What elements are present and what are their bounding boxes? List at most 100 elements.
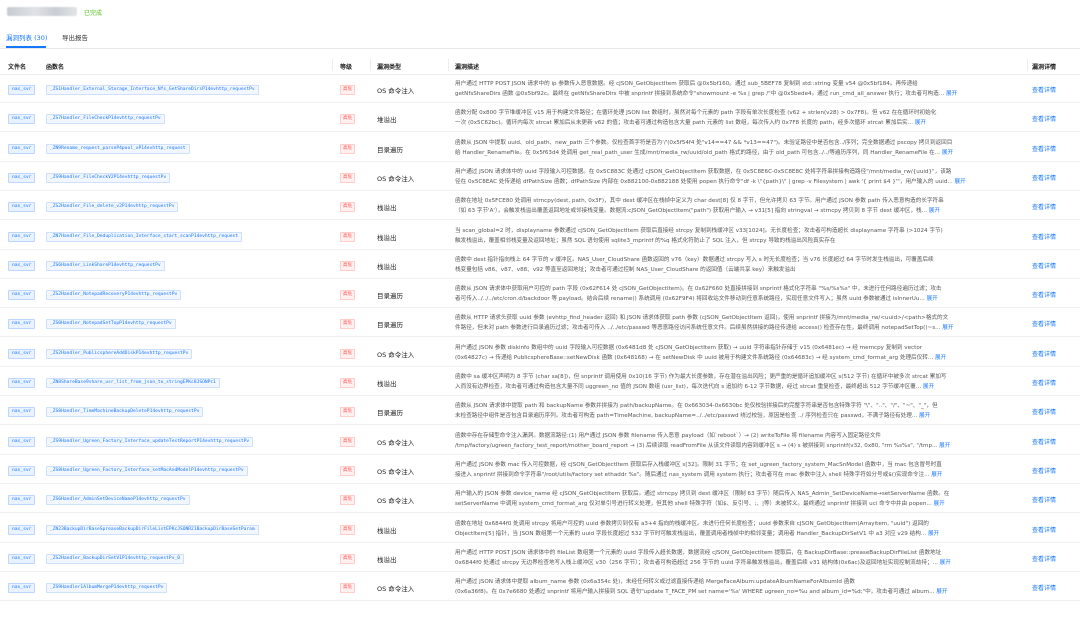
expand-link[interactable]: 展开 [919, 413, 930, 419]
vuln-description: 函数从 HTTP 请求头获取 uuid 参数 (evhttp_find_head… [455, 313, 1025, 333]
view-details-link[interactable]: 查看详情 [1032, 554, 1056, 563]
function-name-tag[interactable]: _ZS2Handler_BackupDirSetV1P14evhttp_requ… [46, 553, 184, 564]
description-line-1: 用户通过 JSON 请求体中的 uuid 字段输入可控数据。在 0x5C883C… [455, 168, 952, 175]
expand-link[interactable]: 展开 [929, 208, 940, 214]
file-name-tag[interactable]: nas_svr [8, 348, 36, 359]
file-name-tag[interactable]: nas_svr [8, 202, 36, 213]
file-name-tag[interactable]: nas_svr [8, 290, 36, 301]
severity-badge: 高危 [340, 583, 355, 594]
function-name-tag[interactable]: _ZS8Handler_TimeMachineBackupDeleteP14ev… [46, 407, 204, 418]
view-details-link[interactable]: 查看详情 [1032, 407, 1056, 416]
vuln-description: 函数中存在存储型命令注入漏洞。数据流路径:(1) 用户通过 JSON 参数 fi… [455, 431, 1025, 451]
vuln-description: 函数分配 0x800 字节堆缓冲区 v15 用于构建文件路径；在循环处理 JSO… [455, 108, 1025, 128]
function-name-tag[interactable]: _ZS8Handler_Ugreen_Factory_Interface_set… [46, 465, 248, 476]
file-name-tag[interactable]: nas_svr [8, 465, 36, 476]
description-line-1: 用户通过 JSON 参数 diskinfo 数组中的 uuid 字段输入可控数据… [455, 344, 923, 351]
expand-link[interactable]: 展开 [923, 384, 934, 390]
file-name-tag[interactable]: nas_svr [8, 583, 36, 594]
function-name-tag[interactable]: _ZN8ShareBase9share_usr_list_from_json_t… [46, 378, 220, 388]
view-details-link[interactable]: 查看详情 [1032, 378, 1056, 387]
function-name-tag[interactable]: _ZS2Handler_NotepadRecoveryP14evhttp_req… [46, 290, 182, 301]
function-name-tag[interactable]: _ZS2Handler_File_delete_v2P14evhttp_requ… [46, 202, 179, 213]
function-name-tag[interactable]: _ZN9Rename_request_parseP4pool_xP14evhtt… [46, 143, 190, 154]
description-line-1: 函数从 JSON 请求体中提取 path 和 backupName 参数并拼接为… [455, 403, 938, 410]
function-name-tag[interactable]: _ZS0Handler_NotepadSetTopP14evhttp_reque… [46, 319, 176, 330]
function-name-tag[interactable]: _ZS2Handler_PublicsphereAddDiskP14evhttp… [46, 348, 193, 359]
function-name-tag[interactable]: _ZN7Handler_File_Deduplication_Interface… [46, 231, 243, 242]
tab-export-report[interactable]: 导出报告 [62, 32, 88, 42]
table-row: nas_svr _ZS2Handler_NotepadRecoveryP14evh… [0, 280, 1080, 309]
view-details-link[interactable]: 查看详情 [1032, 290, 1056, 299]
view-details-link[interactable]: 查看详情 [1032, 261, 1056, 270]
function-name-tag[interactable]: _ZS6Handler_AdminSetDeviceNameP14evhttp_… [46, 495, 190, 506]
vuln-description: 用户通过 JSON 请求体中的 uuid 字段输入可控数据。在 0x5C883C… [455, 167, 1025, 187]
description-line-1: 函数中存在存储型命令注入漏洞。数据流路径:(1) 用户通过 JSON 参数 fi… [455, 432, 882, 439]
description-line-2: /tmp/factory/ugreen_factory_test_report/… [455, 441, 1025, 451]
description-line-2: 触发栈溢出，覆盖相邻栈变量及返回地址；虽然 SQL 语句使用 sqlite3_m… [455, 236, 1025, 246]
expand-link[interactable]: 展开 [928, 531, 939, 537]
file-name-tag[interactable]: nas_svr [8, 114, 36, 125]
description-line-2: 入而没有边界检查，攻击者可通过构造包含大量不同 uggreen_no 值的 JS… [455, 382, 1025, 392]
file-name-tag[interactable]: nas_svr [8, 378, 36, 388]
function-name-tag[interactable]: _ZS7Handler_FileCheckP14evhttp_requestPv [46, 114, 165, 125]
tab-vuln-list[interactable]: 漏洞列表 (30) [6, 32, 47, 42]
expand-link[interactable]: 展开 [934, 501, 945, 507]
view-details-link[interactable]: 查看详情 [1032, 583, 1056, 592]
expand-link[interactable]: 展开 [946, 91, 957, 97]
table-row: nas_svr _ZS6Handler_LinkShareP14evhttp_re… [0, 251, 1080, 279]
expand-link[interactable]: 展开 [942, 150, 953, 156]
redacted-task-title [7, 7, 77, 16]
file-name-tag[interactable]: nas_svr [8, 319, 36, 330]
view-details-link[interactable]: 查看详情 [1032, 202, 1056, 211]
description-line-2: 者可传入../../../etc/cron.d/backdoor 等 paylo… [455, 294, 1025, 304]
expand-link[interactable]: 展开 [935, 355, 946, 361]
description-text: 给 Handler_RenameFile。在 0x5f63d4 处调用 get_… [455, 149, 941, 156]
vuln-description: 函数中 dest 指针指向栈上 64 字节的 v 缓冲区。NAS_User_Cl… [455, 255, 1025, 275]
file-name-tag[interactable]: nas_svr [8, 260, 36, 271]
view-details-link[interactable]: 查看详情 [1032, 114, 1056, 123]
expand-link[interactable]: 展开 [942, 325, 953, 331]
function-name-tag[interactable]: _ZS6Handler_LinkShareP14evhttp_requestPv [46, 260, 165, 271]
vuln-type: 目录遍历 [377, 409, 403, 418]
expand-link[interactable]: 展开 [936, 589, 947, 595]
vuln-description: 用户通过 HTTP POST JSON 请求体中的 fileList 数组第一个… [455, 548, 1025, 568]
expand-link[interactable]: 展开 [940, 560, 951, 566]
expand-link[interactable]: 展开 [955, 179, 966, 185]
file-name-tag[interactable]: nas_svr [8, 553, 36, 564]
view-details-link[interactable]: 查看详情 [1032, 232, 1056, 241]
description-line-2: ObjectItem[5] 指针，当 JSON 数组第一个元素的 uuid 字段… [455, 529, 1025, 539]
file-name-tag[interactable]: nas_svr [8, 524, 36, 535]
expand-link[interactable]: 展开 [915, 120, 926, 126]
function-name-tag[interactable]: _ZS1Handler_External_Storage_Interface_N… [46, 85, 259, 95]
view-details-link[interactable]: 查看详情 [1032, 466, 1056, 475]
severity-badge: 高危 [340, 378, 355, 388]
view-details-link[interactable]: 查看详情 [1032, 437, 1056, 446]
table-row: nas_svr _ZS9Handler_Ugreen_Factory_Interf… [0, 427, 1080, 455]
function-name-tag[interactable]: _ZS9Handler1AlbumMergeP14evhttp_requestP… [46, 583, 168, 594]
view-details-link[interactable]: 查看详情 [1032, 525, 1056, 534]
file-name-tag[interactable]: nas_svr [8, 436, 36, 447]
view-details-link[interactable]: 查看详情 [1032, 173, 1056, 182]
table-row: nas_svr _ZS2Handler_BackupDirSetV1P14evht… [0, 544, 1080, 572]
view-details-link[interactable]: 查看详情 [1032, 349, 1056, 358]
expand-link[interactable]: 展开 [931, 472, 942, 478]
view-details-link[interactable]: 查看详情 [1032, 319, 1056, 328]
view-details-link[interactable]: 查看详情 [1032, 85, 1056, 94]
function-name-tag[interactable]: _ZS9Handler_Ugreen_Factory_Interface_upd… [46, 436, 254, 447]
function-name-tag[interactable]: _ZN23BackupDirBaseSpreaseBackupDirFileLi… [46, 524, 259, 535]
file-name-tag[interactable]: nas_svr [8, 231, 36, 242]
expand-link[interactable]: 展开 [927, 296, 938, 302]
expand-link[interactable]: 展开 [939, 443, 950, 449]
description-line-2: （如 63 字节'A'），会触发栈溢出覆盖返回地址或邻接栈变量。数据流:cJSO… [455, 206, 1025, 216]
function-name-tag[interactable]: _ZS9Handler_FileCheckV2P14evhttp_request… [46, 172, 171, 183]
view-details-link[interactable]: 查看详情 [1032, 495, 1056, 504]
file-name-tag[interactable]: nas_svr [8, 143, 36, 154]
file-name-tag[interactable]: nas_svr [8, 495, 36, 506]
file-name-tag[interactable]: nas_svr [8, 407, 36, 418]
table-row: nas_svr _ZS1Handler_External_Storage_Inte… [0, 75, 1080, 103]
file-name-tag[interactable]: nas_svr [8, 172, 36, 183]
file-name-tag[interactable]: nas_svr [8, 85, 36, 95]
view-details-link[interactable]: 查看详情 [1032, 144, 1056, 153]
table-row: nas_svr _ZS0Handler_NotepadSetTopP14evhtt… [0, 309, 1080, 338]
vuln-type: 栈溢出 [377, 204, 397, 213]
